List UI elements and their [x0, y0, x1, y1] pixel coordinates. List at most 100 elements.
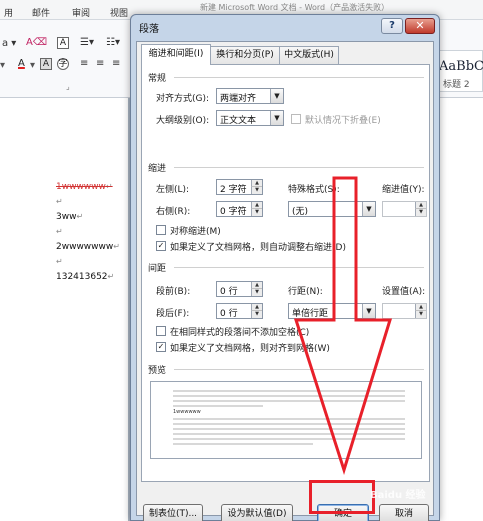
enclose-char-icon[interactable]: 字: [57, 58, 69, 70]
paragraph-mark-icon: ↵: [76, 212, 84, 221]
doc-line-text: 2wwwwwww: [56, 242, 114, 252]
chevron-down-icon: ▼: [362, 304, 375, 318]
tab-line-page-breaks[interactable]: 换行和分页(P): [210, 46, 280, 65]
collapse-checkbox[interactable]: [291, 114, 301, 124]
dialog-title: 段落: [139, 24, 159, 35]
preview-line: [173, 423, 405, 425]
set-default-button[interactable]: 设为默认值(D): [221, 504, 293, 521]
tab-asian-typography[interactable]: 中文版式(H): [279, 46, 339, 65]
window-title: 新建 Microsoft Word 文档 - Word（产品激活失败）: [200, 3, 390, 12]
section-divider: [174, 167, 424, 168]
spin-up-icon[interactable]: ▲: [415, 202, 426, 209]
highlight-arrow-icon[interactable]: ▾: [0, 60, 5, 71]
ribbon-tab-0[interactable]: 用: [4, 6, 13, 19]
no-space-same-style-checkbox[interactable]: [156, 326, 166, 336]
snap-to-grid-label: 如果定义了文档网格，则对齐到网格(W): [170, 344, 330, 354]
clear-format-icon[interactable]: A⌫: [26, 37, 47, 48]
special-indent-select[interactable]: (无) ▼: [288, 201, 376, 217]
special-indent-label: 特殊格式(S):: [288, 185, 340, 195]
section-divider: [174, 77, 424, 78]
doc-line-1[interactable]: 1wwwwww↵: [56, 182, 113, 192]
outline-level-label: 大纲级别(O):: [156, 116, 210, 126]
font-color-arrow-icon[interactable]: ▾: [30, 60, 35, 71]
indent-left-value: 2 字符: [220, 185, 247, 195]
tab-panel: 常规 对齐方式(G): 两端对齐 ▼ 大纲级别(O): 正文文本 ▼ 默认情况下…: [141, 64, 430, 482]
alignment-select[interactable]: 两端对齐 ▼: [216, 88, 284, 104]
doc-line-2[interactable]: ↵: [56, 197, 63, 207]
indent-right-value: 0 字符: [220, 207, 247, 217]
preview-line: [173, 390, 405, 392]
doc-line-text: 132413652: [56, 272, 108, 282]
line-spacing-select[interactable]: 单倍行距 ▼: [288, 303, 376, 319]
doc-line-4[interactable]: ↵: [56, 227, 63, 237]
section-spacing: 间距: [148, 264, 167, 274]
outline-level-select[interactable]: 正文文本 ▼: [216, 110, 284, 126]
font-dialog-launcher-icon[interactable]: ⌟: [66, 82, 70, 91]
watermark: Baidu 经验: [370, 490, 426, 501]
doc-line-6[interactable]: ↵: [56, 257, 63, 267]
space-after-input[interactable]: 0 行 ▲ ▼: [216, 303, 263, 319]
align-left-icon[interactable]: ≡: [80, 58, 88, 69]
spin-up-icon[interactable]: ▲: [251, 180, 262, 187]
font-size-icon[interactable]: a ▾: [2, 38, 16, 49]
ribbon-tab-mailings[interactable]: 邮件: [32, 6, 50, 19]
paragraph-mark-icon: ↵: [56, 227, 63, 236]
preview-sample-text: 1wwwwww: [173, 409, 201, 415]
auto-adjust-checkbox[interactable]: ✓: [156, 241, 166, 251]
document-page[interactable]: 1wwwwww↵ ↵ 3ww↵ ↵ 2wwwwwww↵ ↵ 132413652↵: [0, 98, 128, 521]
spin-down-icon[interactable]: ▼: [251, 209, 262, 216]
style-preview-text: AaBbC: [439, 59, 483, 74]
spin-up-icon[interactable]: ▲: [251, 202, 262, 209]
ribbon-tab-view[interactable]: 视图: [110, 6, 128, 19]
preview-line: [173, 418, 405, 420]
indent-by-input[interactable]: ▲ ▼: [382, 201, 427, 217]
no-space-same-style-label: 在相同样式的段落间不添加空格(C): [170, 328, 310, 338]
indent-left-input[interactable]: 2 字符 ▲ ▼: [216, 179, 263, 195]
close-button[interactable]: ✕: [405, 18, 435, 34]
tab-indents-spacing[interactable]: 缩进和间距(I): [141, 44, 211, 65]
style-name: 标题 2: [443, 80, 470, 90]
chevron-down-icon: ▼: [270, 111, 283, 125]
spin-down-icon[interactable]: ▼: [251, 311, 262, 318]
spin-up-icon[interactable]: ▲: [251, 304, 262, 311]
preview-line: [173, 433, 405, 435]
bullets-icon[interactable]: ☰▾: [80, 37, 94, 48]
preview-line: [173, 400, 405, 402]
doc-line-text: 1wwwwww: [56, 182, 106, 192]
doc-line-5[interactable]: 2wwwwwww↵: [56, 242, 120, 252]
tabs-button[interactable]: 制表位(T)...: [143, 504, 203, 521]
doc-line-7[interactable]: 132413652↵: [56, 272, 114, 282]
spin-down-icon[interactable]: ▼: [251, 289, 262, 296]
space-before-value: 0 行: [220, 287, 238, 297]
ribbon-tab-review[interactable]: 审阅: [72, 6, 90, 19]
chevron-down-icon: ▼: [362, 202, 375, 216]
cancel-button[interactable]: 取消: [379, 504, 429, 521]
mirror-indents-checkbox[interactable]: [156, 225, 166, 235]
doc-line-3[interactable]: 3ww↵: [56, 212, 83, 222]
char-shading-icon[interactable]: A: [40, 58, 52, 70]
style-gallery-item[interactable]: AaBbC 标题 2: [434, 50, 483, 92]
indent-right-input[interactable]: 0 字符 ▲ ▼: [216, 201, 263, 217]
spacing-at-input[interactable]: ▲ ▼: [382, 303, 427, 319]
paragraph-preview: 1wwwwww: [150, 381, 422, 459]
align-right-icon[interactable]: ≡: [112, 58, 120, 69]
indent-right-label: 右侧(R):: [156, 207, 191, 217]
char-border-icon[interactable]: A: [57, 37, 69, 49]
outline-level-value: 正文文本: [220, 116, 257, 126]
align-center-icon[interactable]: ≡: [96, 58, 104, 69]
auto-adjust-label: 如果定义了文档网格，则自动调整右缩进(D): [170, 243, 346, 253]
space-before-label: 段前(B):: [156, 287, 191, 297]
section-indentation: 缩进: [148, 164, 167, 174]
spin-down-icon[interactable]: ▼: [415, 311, 426, 318]
snap-to-grid-checkbox[interactable]: ✓: [156, 342, 166, 352]
annotation-highlight-box: [309, 480, 375, 514]
spin-down-icon[interactable]: ▼: [251, 187, 262, 194]
spin-up-icon[interactable]: ▲: [415, 304, 426, 311]
section-divider: [174, 267, 424, 268]
spin-up-icon[interactable]: ▲: [251, 282, 262, 289]
spin-down-icon[interactable]: ▼: [415, 209, 426, 216]
numbering-icon[interactable]: ☷▾: [106, 37, 120, 48]
help-button[interactable]: ?: [381, 18, 403, 34]
space-before-input[interactable]: 0 行 ▲ ▼: [216, 281, 263, 297]
font-color-icon[interactable]: A: [18, 58, 25, 69]
